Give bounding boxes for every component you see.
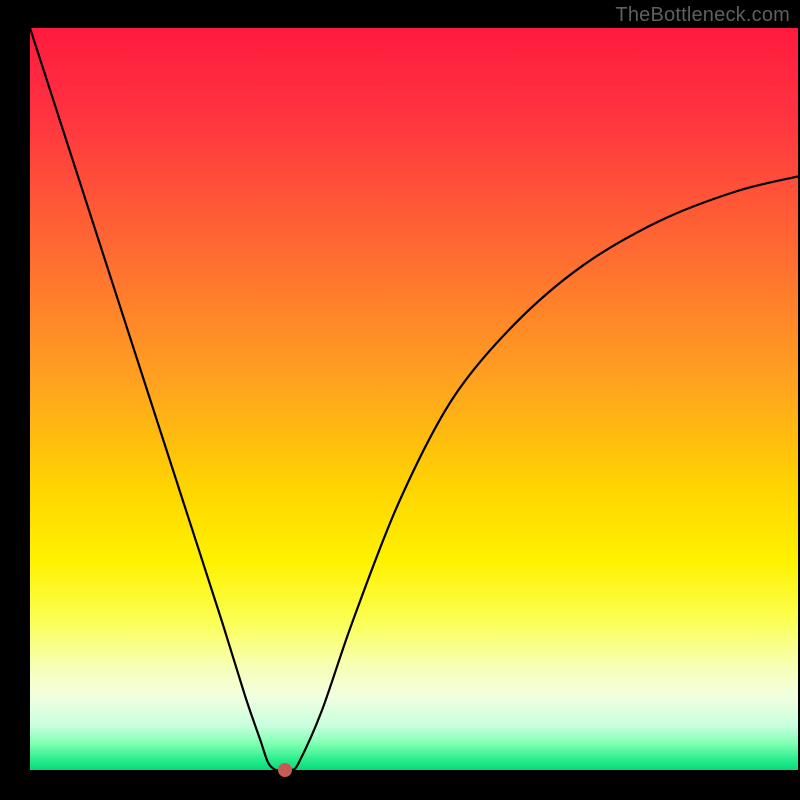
optimum-marker (278, 763, 292, 777)
plot-background (30, 28, 798, 770)
chart-svg (0, 0, 800, 800)
watermark-text: TheBottleneck.com (615, 4, 790, 27)
chart-frame: TheBottleneck.com (0, 0, 800, 800)
